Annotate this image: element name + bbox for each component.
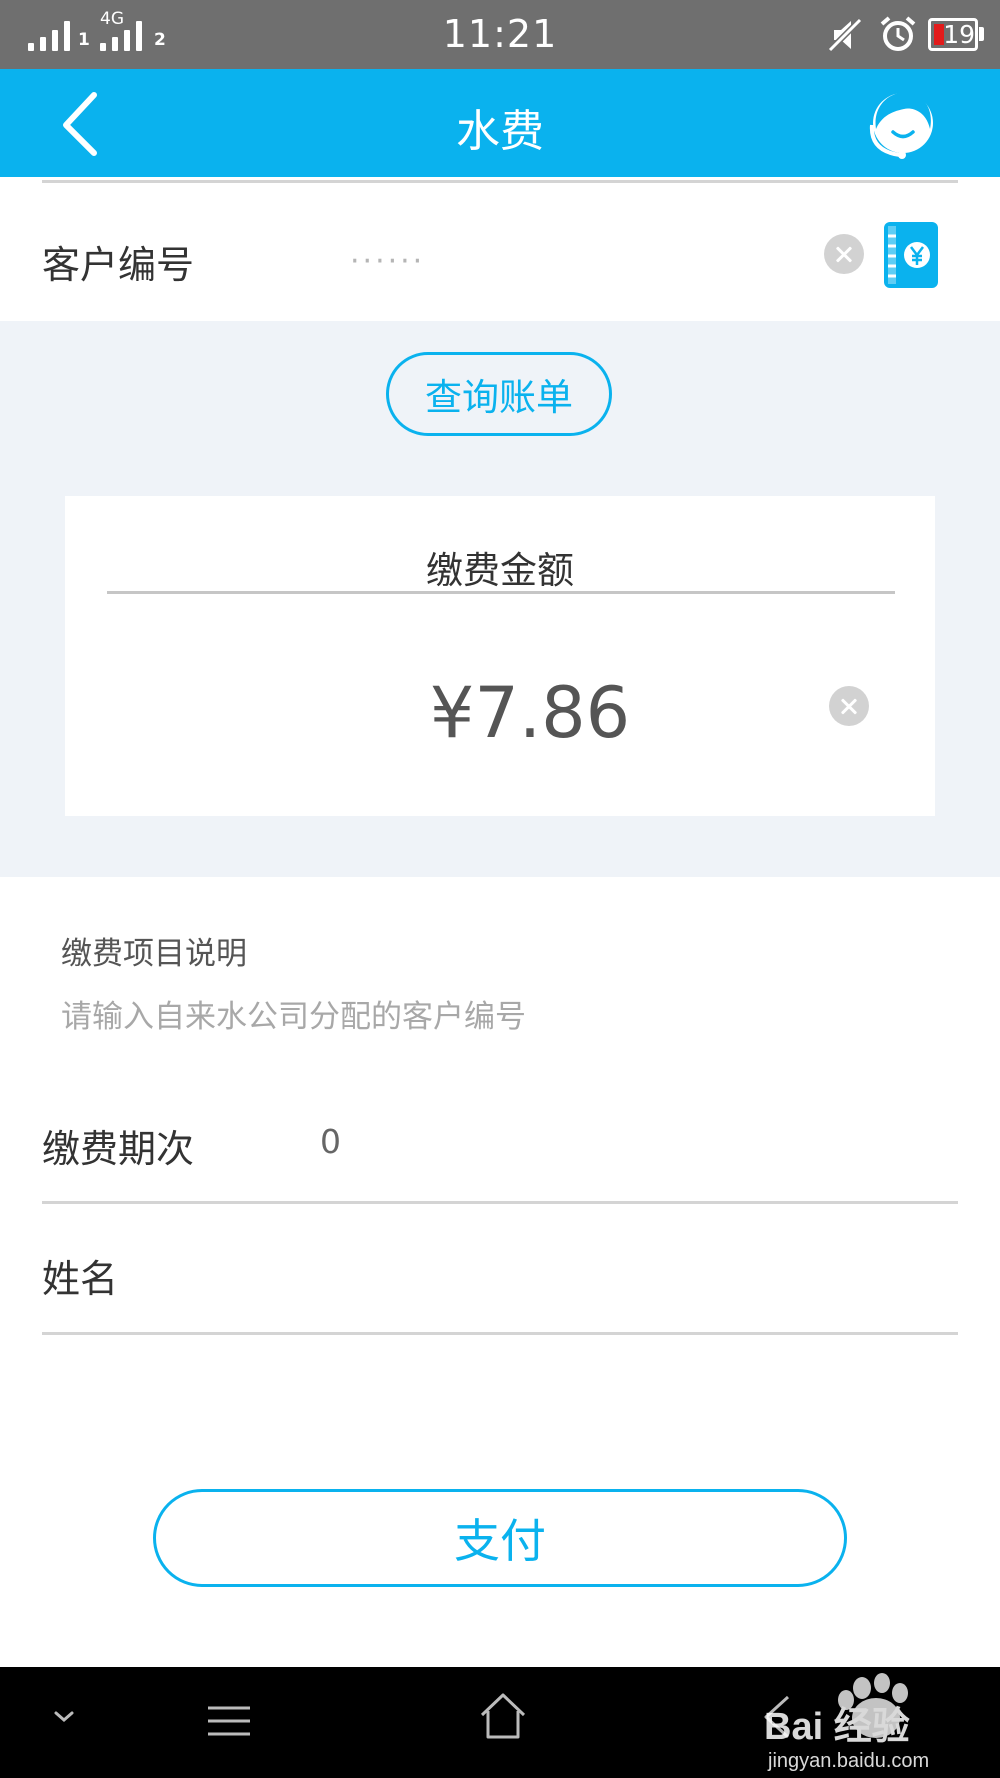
mute-icon <box>827 17 863 53</box>
amount-input[interactable]: ¥7.86 <box>295 672 765 754</box>
pay-button[interactable]: 支付 <box>153 1489 847 1587</box>
home-icon <box>480 1693 526 1739</box>
payment-period-value: 0 <box>320 1122 341 1161</box>
customer-service-button[interactable] <box>866 85 940 161</box>
clear-customer-id-button[interactable] <box>824 234 864 274</box>
amount-divider <box>107 591 895 594</box>
payment-period-label: 缴费期次 <box>42 1127 195 1171</box>
name-label: 姓名 <box>42 1257 119 1301</box>
bill-book-button[interactable] <box>882 222 940 288</box>
amount-title: 缴费金额 <box>426 549 574 592</box>
clear-amount-button[interactable] <box>829 686 869 726</box>
nav-collapse-button[interactable] <box>44 1697 84 1737</box>
battery-level: 19 <box>943 20 975 49</box>
watermark-brand: Bai 经验 <box>764 1706 910 1748</box>
divider <box>42 180 958 183</box>
watermark-url: jingyan.baidu.com <box>767 1750 929 1771</box>
description-heading: 缴费项目说明 <box>61 936 247 972</box>
page-title: 水费 <box>456 106 544 157</box>
baidu-jingyan-watermark: Bai 经验 jingyan.baidu.com <box>764 1673 929 1771</box>
description-text: 请输入自来水公司分配的客户编号 <box>61 999 526 1035</box>
query-panel: 查询账单 缴费金额 ¥7.86 <box>0 321 1000 877</box>
divider <box>42 1201 958 1204</box>
customer-service-icon <box>869 92 933 159</box>
customer-id-label: 客户编号 <box>42 243 195 287</box>
query-bill-button[interactable]: 查询账单 <box>386 352 612 436</box>
customer-id-input[interactable] <box>350 236 810 286</box>
menu-icon <box>208 1706 250 1736</box>
chevron-down-icon <box>54 1711 74 1722</box>
divider <box>42 1332 958 1335</box>
alarm-icon <box>880 16 916 51</box>
nav-home-button[interactable] <box>478 1691 528 1743</box>
status-bar: 1 4G 2 11:21 19 <box>0 0 1000 69</box>
app-header: 水费 <box>0 69 1000 177</box>
nav-menu-button[interactable] <box>206 1703 252 1739</box>
battery-icon: 19 <box>928 18 978 51</box>
bill-book-icon <box>884 222 938 288</box>
amount-card: 缴费金额 ¥7.86 <box>65 496 935 816</box>
